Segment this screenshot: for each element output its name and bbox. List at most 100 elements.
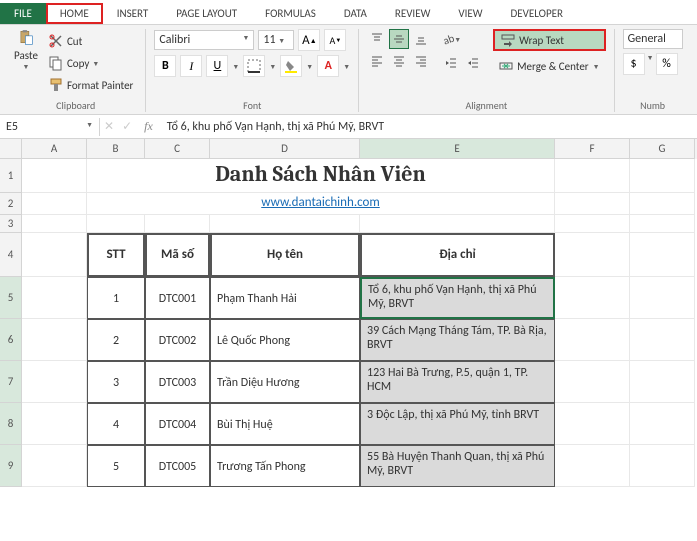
- font-name-select[interactable]: Calibri ▼: [154, 30, 254, 50]
- cell-A7[interactable]: [22, 361, 87, 403]
- tab-page-layout[interactable]: PAGE LAYOUT: [162, 3, 251, 24]
- align-right-button[interactable]: [411, 51, 431, 71]
- enter-icon[interactable]: ✓: [118, 119, 136, 134]
- cell-A4[interactable]: [22, 233, 87, 277]
- cell-G9[interactable]: [630, 445, 695, 487]
- fx-icon[interactable]: fx: [136, 119, 161, 134]
- tab-insert[interactable]: INSERT: [103, 3, 163, 24]
- col-header-D[interactable]: D: [210, 139, 360, 159]
- cell-D7[interactable]: Trần Diệu Hương: [210, 361, 360, 403]
- col-header-B[interactable]: B: [87, 139, 145, 159]
- row-header-9[interactable]: 9: [0, 445, 22, 487]
- cell-C6[interactable]: DTC002: [145, 319, 210, 361]
- header-maso[interactable]: Mã số: [145, 233, 210, 277]
- cell-B5[interactable]: 1: [87, 277, 145, 319]
- cell-E7[interactable]: 123 Hai Bà Trưng, P.5, quận 1, TP. HCM: [360, 361, 555, 403]
- cell-A8[interactable]: [22, 403, 87, 445]
- bold-button[interactable]: B: [154, 55, 176, 77]
- cut-button[interactable]: Cut: [44, 31, 137, 51]
- currency-button[interactable]: $: [623, 53, 645, 75]
- border-button[interactable]: [243, 55, 265, 77]
- cell-E8[interactable]: 3 Độc Lập, thị xã Phú Mỹ, tỉnh BRVT: [360, 403, 555, 445]
- font-size-select[interactable]: 11 ▼: [258, 30, 294, 50]
- cell-A5[interactable]: [22, 277, 87, 319]
- tab-developer[interactable]: DEVELOPER: [497, 3, 577, 24]
- col-header-E[interactable]: E: [360, 139, 555, 159]
- font-color-button[interactable]: A: [317, 55, 339, 77]
- cell-B7[interactable]: 3: [87, 361, 145, 403]
- name-box[interactable]: E5▼: [0, 118, 100, 136]
- select-all-corner[interactable]: [0, 139, 22, 159]
- cell-D8[interactable]: Bùi Thị Huệ: [210, 403, 360, 445]
- decrease-font-button[interactable]: A▼: [324, 29, 346, 51]
- row-header-1[interactable]: 1: [0, 159, 22, 193]
- cell-G8[interactable]: [630, 403, 695, 445]
- cell-title[interactable]: Danh Sách Nhân Viên: [87, 159, 555, 193]
- row-header-3[interactable]: 3: [0, 215, 22, 233]
- cell-E3[interactable]: [360, 215, 555, 233]
- tab-data[interactable]: DATA: [330, 3, 381, 24]
- cell-D5[interactable]: Phạm Thanh Hải: [210, 277, 360, 319]
- row-header-2[interactable]: 2: [0, 193, 22, 215]
- cell-G7[interactable]: [630, 361, 695, 403]
- align-top-button[interactable]: [367, 29, 387, 49]
- tab-formulas[interactable]: FORMULAS: [251, 3, 330, 24]
- fill-color-button[interactable]: [280, 55, 302, 77]
- cell-D3[interactable]: [210, 215, 360, 233]
- wrap-text-button[interactable]: Wrap Text: [493, 29, 605, 51]
- cell-A9[interactable]: [22, 445, 87, 487]
- cell-E9[interactable]: 55 Bà Huyện Thanh Quan, thị xã Phú Mỹ, B…: [360, 445, 555, 487]
- italic-button[interactable]: I: [180, 55, 202, 77]
- cell-C8[interactable]: DTC004: [145, 403, 210, 445]
- col-header-C[interactable]: C: [145, 139, 210, 159]
- row-header-5[interactable]: 5: [0, 277, 22, 319]
- col-header-F[interactable]: F: [555, 139, 630, 159]
- cell-C9[interactable]: DTC005: [145, 445, 210, 487]
- orientation-button[interactable]: ab▼: [441, 29, 461, 49]
- percent-button[interactable]: %: [656, 53, 678, 75]
- tab-file[interactable]: FILE: [0, 3, 46, 24]
- align-center-button[interactable]: [389, 51, 409, 71]
- number-format-select[interactable]: General: [623, 29, 683, 49]
- cell-A1[interactable]: [22, 159, 87, 193]
- cell-F4[interactable]: [555, 233, 630, 277]
- cell-C5[interactable]: DTC001: [145, 277, 210, 319]
- cell-E6[interactable]: 39 Cách Mạng Tháng Tám, TP. Bà Rịa, BRVT: [360, 319, 555, 361]
- cell-F2[interactable]: [555, 193, 630, 215]
- cell-G6[interactable]: [630, 319, 695, 361]
- cell-F6[interactable]: [555, 319, 630, 361]
- header-hoten[interactable]: Họ tên: [210, 233, 360, 277]
- cell-F5[interactable]: [555, 277, 630, 319]
- align-left-button[interactable]: [367, 51, 387, 71]
- paste-button[interactable]: Paste ▼: [14, 29, 38, 71]
- tab-home[interactable]: HOME: [46, 3, 103, 24]
- cell-G1[interactable]: [630, 159, 695, 193]
- align-bottom-button[interactable]: [411, 29, 431, 49]
- cell-B9[interactable]: 5: [87, 445, 145, 487]
- cell-B8[interactable]: 4: [87, 403, 145, 445]
- cell-B6[interactable]: 2: [87, 319, 145, 361]
- cell-F9[interactable]: [555, 445, 630, 487]
- tab-view[interactable]: VIEW: [444, 3, 496, 24]
- cell-G3[interactable]: [630, 215, 695, 233]
- cell-C3[interactable]: [145, 215, 210, 233]
- increase-font-button[interactable]: A▲: [298, 29, 320, 51]
- cell-G4[interactable]: [630, 233, 695, 277]
- row-header-6[interactable]: 6: [0, 319, 22, 361]
- cell-E5[interactable]: Tổ 6, khu phố Vạn Hạnh, thị xã Phú Mỹ, B…: [360, 277, 555, 319]
- underline-button[interactable]: U: [206, 55, 228, 77]
- cell-F8[interactable]: [555, 403, 630, 445]
- col-header-A[interactable]: A: [22, 139, 87, 159]
- cell-B3[interactable]: [87, 215, 145, 233]
- formula-bar[interactable]: Tổ 6, khu phố Vạn Hạnh, thị xã Phú Mỹ, B…: [161, 118, 697, 136]
- cell-G5[interactable]: [630, 277, 695, 319]
- cell-C7[interactable]: DTC003: [145, 361, 210, 403]
- decrease-indent-button[interactable]: [441, 53, 461, 73]
- cell-F3[interactable]: [555, 215, 630, 233]
- header-stt[interactable]: STT: [87, 233, 145, 277]
- header-diachi[interactable]: Địa chỉ: [360, 233, 555, 277]
- cell-D9[interactable]: Trương Tấn Phong: [210, 445, 360, 487]
- align-middle-button[interactable]: [389, 29, 409, 49]
- tab-review[interactable]: REVIEW: [381, 3, 445, 24]
- row-header-7[interactable]: 7: [0, 361, 22, 403]
